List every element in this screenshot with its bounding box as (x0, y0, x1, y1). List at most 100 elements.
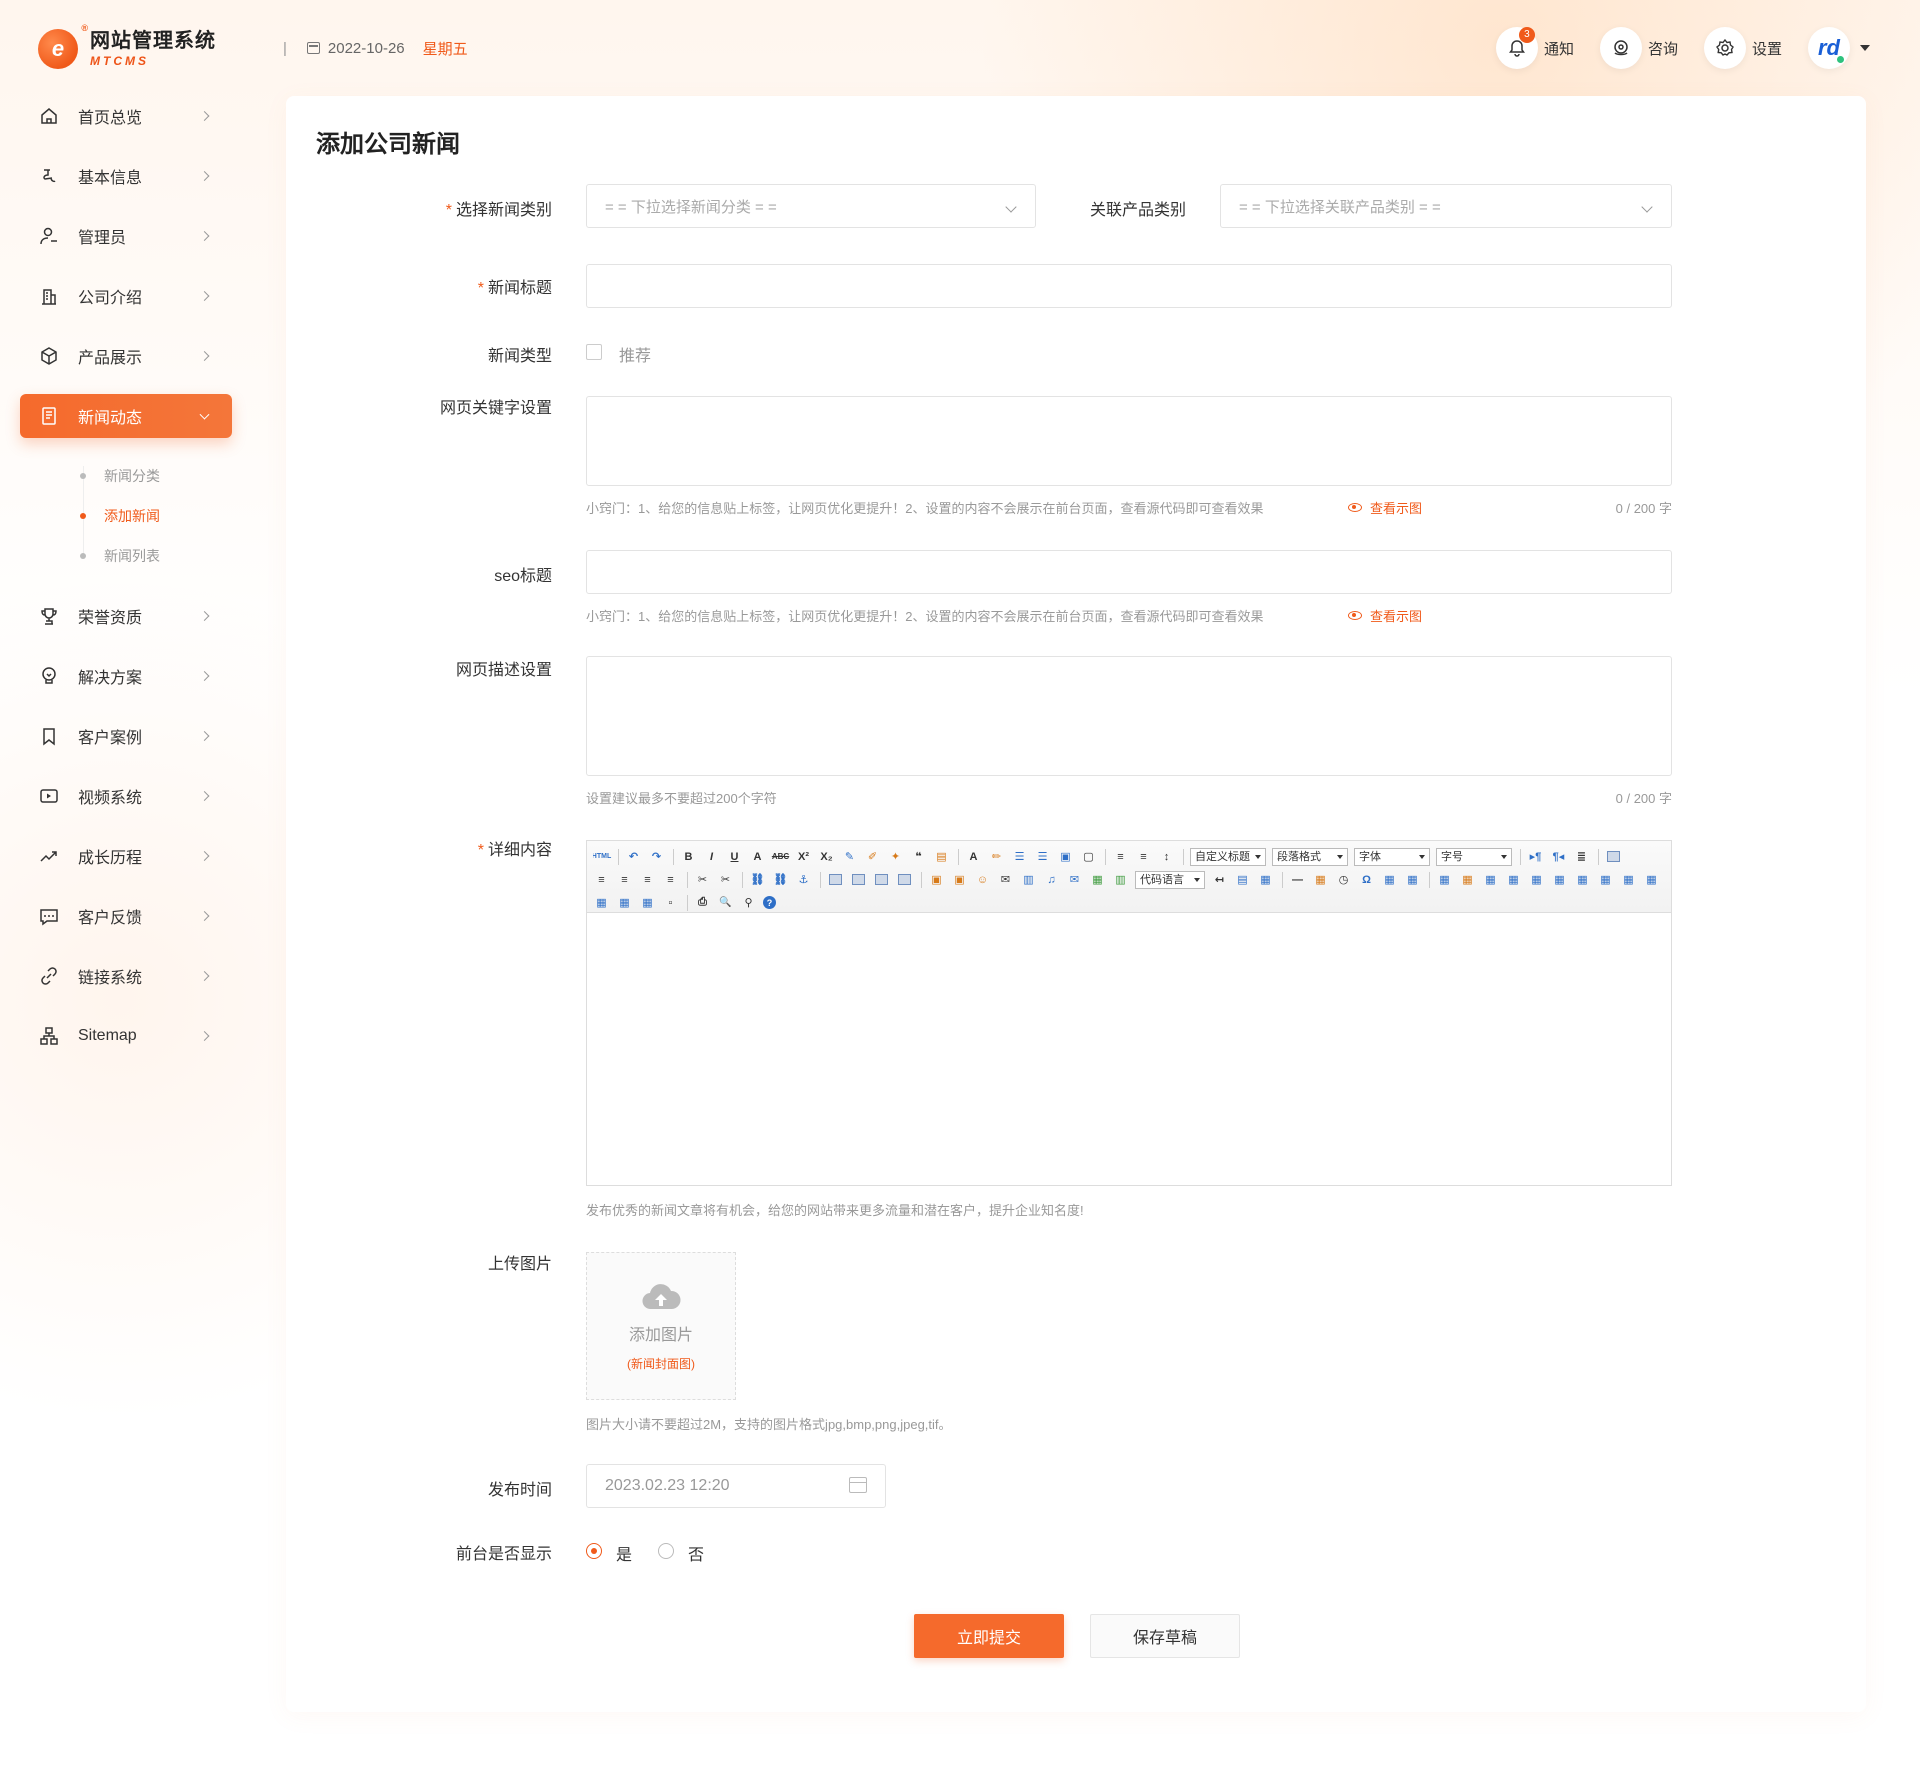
attachment-icon[interactable]: ✉ (1066, 871, 1083, 888)
insert-frame-icon[interactable]: ▥ (1112, 871, 1129, 888)
split-to-cells-icon[interactable]: ▦ (593, 894, 610, 911)
image-upload-box[interactable]: 添加图片 (新闻封面图) (586, 1252, 736, 1400)
sidebar-item-solutions[interactable]: 解决方案 (20, 654, 232, 698)
sidebar-item-video[interactable]: 视频系统 (20, 774, 232, 818)
sidebar-item-products[interactable]: 产品展示 (20, 334, 232, 378)
display-no-radio[interactable] (658, 1543, 674, 1559)
sidebar-item-sitemap[interactable]: Sitemap (20, 1014, 232, 1058)
avatar[interactable]: rd (1808, 27, 1850, 69)
sidebar-item-admin[interactable]: 管理员 (20, 214, 232, 258)
time-icon[interactable]: ◷ (1335, 871, 1352, 888)
html-source-button[interactable]: HTML (593, 848, 611, 865)
recommend-checkbox[interactable] (586, 344, 602, 360)
merge-down-icon[interactable]: ▦ (1643, 871, 1660, 888)
insert-video-icon[interactable]: ▥ (1020, 871, 1037, 888)
user-menu[interactable]: rd (1808, 27, 1870, 69)
template-icon[interactable]: ▤ (1234, 871, 1251, 888)
link-icon[interactable]: ⛓ (749, 871, 766, 888)
unlink-icon[interactable]: ⛓ (772, 871, 789, 888)
split-to-rows-icon[interactable]: ▦ (616, 894, 633, 911)
insert-row-icon[interactable]: ▦ (1505, 871, 1522, 888)
keywords-textarea[interactable] (586, 396, 1672, 486)
insert-col-icon[interactable]: ▦ (1551, 871, 1568, 888)
caret-down-icon[interactable] (1860, 45, 1870, 51)
align-left-icon[interactable]: ≡ (593, 871, 610, 888)
search-replace-icon[interactable]: ⚲ (740, 894, 757, 911)
display-yes-label[interactable]: 是 (616, 1541, 632, 1565)
align-right-icon[interactable]: ≡ (639, 871, 656, 888)
auto-format-icon[interactable]: ✦ (887, 848, 904, 865)
news-title-input[interactable] (586, 264, 1672, 308)
horizontal-rule-icon[interactable]: — (1289, 871, 1306, 888)
indent-icon[interactable]: ≣ (1573, 848, 1590, 865)
blockquote-icon[interactable]: ❝ (910, 848, 927, 865)
align-center-icon[interactable]: ≡ (616, 871, 633, 888)
display-no-label[interactable]: 否 (688, 1541, 704, 1565)
multi-image-icon[interactable]: ▣ (951, 871, 968, 888)
bold-button[interactable]: B (680, 848, 697, 865)
merge-cells-icon[interactable]: ▦ (1597, 871, 1614, 888)
sidebar-item-cases[interactable]: 客户案例 (20, 714, 232, 758)
rich-text-editor[interactable]: HTML ↶ ↷ B I U A ABC X² X₂ ✎ ✐ ✦ ❝ ▤ A ✏ (586, 840, 1672, 1186)
image-right-icon[interactable] (875, 874, 888, 885)
recommend-label[interactable]: 推荐 (619, 342, 651, 366)
sidebar-subitem-add-news[interactable]: 添加新闻 (20, 496, 232, 536)
font-size-combo[interactable]: 字号 (1436, 847, 1512, 866)
submit-button[interactable]: 立即提交 (914, 1614, 1064, 1658)
split-to-cols-icon[interactable]: ▦ (639, 894, 656, 911)
map-icon[interactable]: ▦ (1089, 871, 1106, 888)
background-icon[interactable]: ▦ (1257, 871, 1274, 888)
line-height-icon[interactable]: ↕ (1158, 848, 1175, 865)
underline-button[interactable]: U (726, 848, 743, 865)
settings-button[interactable]: 设置 (1703, 27, 1782, 69)
news-category-select[interactable]: = = 下拉选择新闻分类 = = (586, 184, 1036, 228)
consult-button[interactable]: 咨询 (1599, 27, 1678, 69)
strikethrough-button[interactable]: ABC (772, 848, 789, 865)
row-spacing-bottom-icon[interactable]: ≡ (1135, 848, 1152, 865)
publish-time-input[interactable]: 2023.02.23 12:20 (586, 1464, 886, 1508)
to-lowercase-icon[interactable]: ✂ (717, 871, 734, 888)
image-none-icon[interactable] (829, 874, 842, 885)
special-chars-icon[interactable]: Ω (1358, 871, 1375, 888)
align-justify-icon[interactable]: ≡ (662, 871, 679, 888)
sidebar-item-company[interactable]: 公司介绍 (20, 274, 232, 318)
font-family-combo[interactable]: 字体 (1354, 847, 1430, 866)
brush-icon[interactable]: ✐ (864, 848, 881, 865)
paragraph-format-combo[interactable]: 段落格式 (1272, 847, 1348, 866)
paste-text-icon[interactable]: ▤ (933, 848, 950, 865)
image-center-icon[interactable] (898, 874, 911, 885)
sidebar-item-feedback[interactable]: 客户反馈 (20, 894, 232, 938)
sidebar-subitem-news-list[interactable]: 新闻列表 (20, 536, 232, 576)
music-icon[interactable]: ♫ (1043, 871, 1060, 888)
format-match-icon[interactable]: ✎ (841, 848, 858, 865)
delete-table-icon[interactable]: ▦ (1459, 871, 1476, 888)
ltr-icon[interactable]: ▸¶ (1527, 848, 1544, 865)
italic-button[interactable]: I (703, 848, 720, 865)
preview-icon[interactable]: 🔍 (717, 894, 734, 911)
sidebar-item-news[interactable]: 新闻动态 (20, 394, 232, 438)
date-icon[interactable]: ▦ (1312, 871, 1329, 888)
row-spacing-top-icon[interactable]: ≡ (1112, 848, 1129, 865)
description-textarea[interactable] (586, 656, 1672, 776)
chart-icon[interactable]: ▫ (662, 894, 679, 911)
superscript-button[interactable]: X² (795, 848, 812, 865)
print-icon[interactable]: ⎙ (694, 894, 711, 911)
scrawl-icon[interactable]: ✉ (997, 871, 1014, 888)
rtl-icon[interactable]: ¶◂ (1550, 848, 1567, 865)
unordered-list-icon[interactable]: ☰ (1034, 848, 1051, 865)
custom-title-combo[interactable]: 自定义标题 (1190, 847, 1266, 866)
sidebar-item-honors[interactable]: 荣誉资质 (20, 594, 232, 638)
insert-image-icon[interactable]: ▣ (928, 871, 945, 888)
clear-doc-icon[interactable]: ▢ (1080, 848, 1097, 865)
sidebar-item-links[interactable]: 链接系统 (20, 954, 232, 998)
insert-paragraph-before-table-icon[interactable]: ▦ (1482, 871, 1499, 888)
help-icon[interactable]: ? (763, 896, 776, 909)
view-example-link[interactable]: 查看示图 (1348, 606, 1422, 625)
highlight-icon[interactable]: ✏ (988, 848, 1005, 865)
save-draft-button[interactable]: 保存草稿 (1090, 1614, 1240, 1658)
delete-col-icon[interactable]: ▦ (1574, 871, 1591, 888)
font-color-icon[interactable]: A (965, 848, 982, 865)
app-logo[interactable]: e 网站管理系统 MTCMS (38, 23, 238, 74)
seo-title-input[interactable] (586, 550, 1672, 594)
fullscreen-icon[interactable] (1607, 851, 1620, 862)
